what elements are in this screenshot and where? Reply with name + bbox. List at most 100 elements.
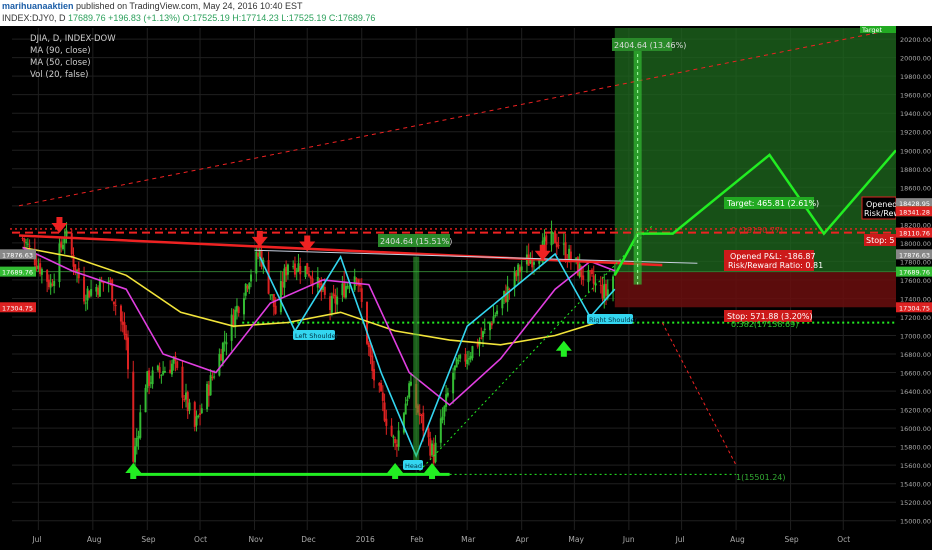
candle-body	[397, 430, 400, 447]
candle-body	[209, 375, 212, 396]
candle-body	[199, 413, 202, 416]
candle-body	[343, 281, 346, 298]
x-tick-label: Apr	[516, 535, 530, 544]
x-tick-label: Jul	[31, 535, 41, 544]
symbol: INDEX:DJY0, D	[2, 13, 66, 23]
candle-body	[135, 437, 138, 447]
open-value: O:17525.19	[182, 13, 230, 23]
candle-body	[162, 371, 165, 375]
y-tick-label: 17400.00	[900, 295, 931, 303]
candle-body	[137, 435, 140, 439]
y-tick-label: 16000.00	[900, 425, 931, 433]
candle-body	[466, 359, 469, 365]
head-move-label: 2404.64 (15.51%)	[380, 237, 452, 246]
candle-body	[269, 294, 272, 296]
candle-body	[599, 284, 602, 286]
candle-body	[281, 281, 284, 288]
candle-body	[111, 279, 114, 301]
candle-body	[39, 263, 42, 274]
candle-body	[367, 342, 370, 348]
candle-body	[515, 272, 518, 277]
candle-body	[218, 353, 221, 376]
candle-body	[469, 356, 472, 360]
candle-body	[279, 281, 282, 313]
candle-body	[552, 232, 555, 234]
candle-body	[330, 296, 333, 313]
y-tick-label: 16600.00	[900, 370, 931, 378]
x-tick-label: Sep	[141, 535, 155, 544]
candle-body	[37, 265, 40, 269]
candle-body	[170, 363, 173, 375]
username-link[interactable]: marihuanaaktien	[2, 1, 74, 11]
candle-body	[123, 322, 126, 335]
y-tick-label: 19600.00	[900, 92, 931, 100]
candle-body	[494, 315, 497, 317]
candle-body	[112, 301, 115, 305]
candle-body	[520, 266, 523, 271]
candle-body	[392, 436, 395, 438]
y-tick-label: 20000.00	[900, 55, 931, 63]
y-tick-label: 15000.00	[900, 518, 931, 526]
candle-body	[360, 288, 363, 302]
candle-body	[299, 266, 302, 275]
opened-pl-label: Opened P&L: -186.87	[730, 252, 816, 261]
candle-body	[257, 252, 260, 257]
candle-body	[445, 394, 448, 407]
candle-body	[181, 366, 184, 398]
candle-body	[23, 238, 26, 243]
candle-body	[223, 341, 226, 343]
high-value: H:17714.23	[232, 13, 279, 23]
candle-body	[394, 438, 397, 444]
candle-body	[95, 286, 98, 292]
candle-body	[148, 370, 151, 386]
candle-body	[88, 291, 91, 298]
candle-body	[230, 314, 233, 341]
candle-body	[193, 402, 196, 427]
candle-body	[271, 294, 274, 296]
target-pct-label: 2404.64 (13.46%)	[614, 41, 686, 50]
publisher-line: marihuanaaktien published on TradingView…	[2, 1, 303, 11]
candle-body	[207, 384, 210, 396]
candle-body	[197, 415, 200, 417]
candle-body	[422, 412, 425, 431]
candle-body	[489, 322, 492, 331]
fib-bottom-label: 1(15501.24)	[736, 473, 786, 482]
price-tag-label: 17304.75	[899, 304, 930, 312]
candle-body	[234, 309, 237, 328]
right-rr-label: Risk/Rew	[864, 209, 900, 218]
publish-header: marihuanaaktien published on TradingView…	[0, 0, 932, 26]
candle-body	[151, 370, 154, 385]
right-stop-label: Stop: 5	[866, 236, 895, 245]
y-tick-label: 19000.00	[900, 147, 931, 155]
candle-body	[206, 383, 209, 410]
candle-body	[587, 270, 590, 283]
candle-body	[63, 238, 66, 244]
x-tick-label: Jun	[622, 535, 635, 544]
candle-body	[464, 353, 467, 362]
candle-body	[589, 270, 592, 272]
y-tick-label: 17600.00	[900, 277, 931, 285]
price-chart[interactable]: DJIA, D, INDEX-DOW MA (90, close) MA (50…	[0, 26, 932, 550]
candle-body	[90, 289, 93, 296]
candle-body	[237, 307, 240, 313]
candle-body	[149, 382, 152, 384]
candle-body	[432, 444, 435, 464]
x-tick-label: Aug	[730, 535, 745, 544]
y-tick-label: 15800.00	[900, 444, 931, 452]
left-price-tag-label: 17304.75	[2, 304, 33, 312]
candle-body	[346, 285, 349, 288]
left-shoulder-label: Left Shoulder	[295, 332, 339, 340]
candle-body	[25, 242, 28, 244]
candle-body	[564, 242, 567, 261]
candle-body	[83, 276, 86, 302]
candle-body	[555, 241, 558, 248]
candle-body	[160, 374, 163, 376]
candle-body	[163, 371, 166, 373]
candle-body	[369, 345, 372, 357]
y-tick-label: 17000.00	[900, 332, 931, 340]
candle-body	[47, 279, 50, 287]
candle-body	[371, 355, 374, 372]
candle-body	[21, 237, 24, 239]
y-tick-label: 18800.00	[900, 166, 931, 174]
candle-body	[40, 269, 43, 275]
